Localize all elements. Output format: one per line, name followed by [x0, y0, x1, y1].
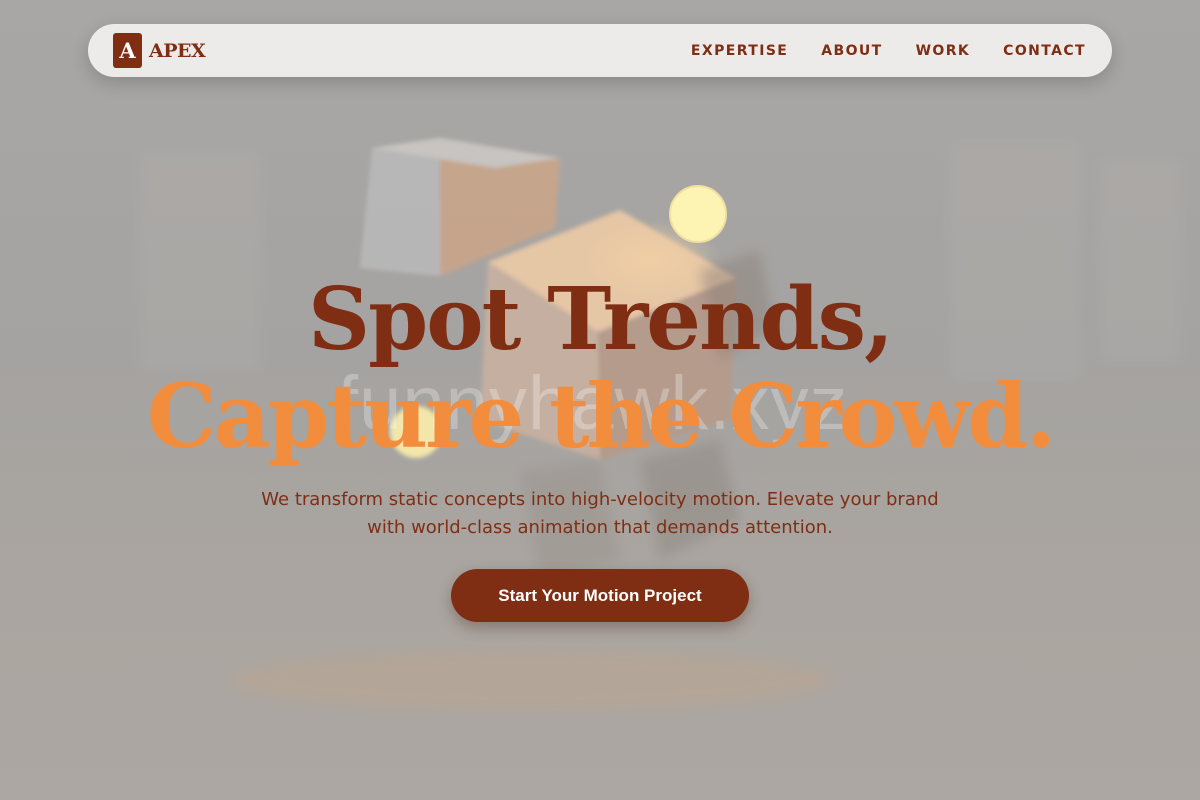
nav-links: EXPERTISE ABOUT WORK CONTACT	[691, 43, 1086, 59]
nav-link-about[interactable]: ABOUT	[821, 43, 882, 59]
brand-logo-link[interactable]: A APEX	[113, 33, 206, 68]
hero-subtitle: We transform static concepts into high-v…	[261, 489, 939, 538]
brand-name: APEX	[149, 39, 206, 62]
start-motion-project-button[interactable]: Start Your Motion Project	[451, 569, 749, 622]
nav-link-contact[interactable]: CONTACT	[1003, 43, 1086, 59]
hero-headline-line2: Capture the Crowd.	[146, 364, 1056, 468]
hero-headline-line1: Spot Trends,	[307, 269, 894, 370]
top-navbar: A APEX EXPERTISE ABOUT WORK CONTACT	[88, 24, 1112, 77]
hero-headline: Spot Trends, Capture the Crowd.	[0, 269, 1200, 468]
brand-logo-icon: A	[113, 33, 142, 68]
nav-link-expertise[interactable]: EXPERTISE	[691, 43, 788, 59]
nav-link-work[interactable]: WORK	[916, 43, 971, 59]
